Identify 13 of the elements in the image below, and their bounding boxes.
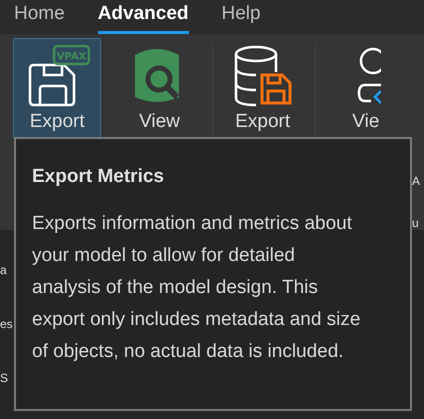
panel-text-fragment: es [0, 316, 13, 333]
tooltip-title: Export Metrics [32, 165, 165, 189]
ribbon-button[interactable]: VPAX Export [13, 38, 102, 138]
panel-text-fragment: S [0, 370, 8, 387]
button-label-fragment: A [412, 173, 420, 190]
button-label-fragment: u [412, 215, 419, 232]
ribbon-tab[interactable]: Home [14, 1, 65, 34]
ribbon-button[interactable]: Export [218, 38, 307, 138]
panel-text-fragment: a [0, 262, 7, 279]
tooltip-text: Exports information and metrics about your model to allow for detailed analysis of the model design. This export only includes metadata and size of objects, no actual data is included. [32, 212, 362, 364]
ribbon-button[interactable]: Vie [322, 38, 410, 138]
ribbon-button[interactable]: View [115, 38, 204, 138]
ribbon-tab[interactable]: Help [222, 1, 261, 34]
